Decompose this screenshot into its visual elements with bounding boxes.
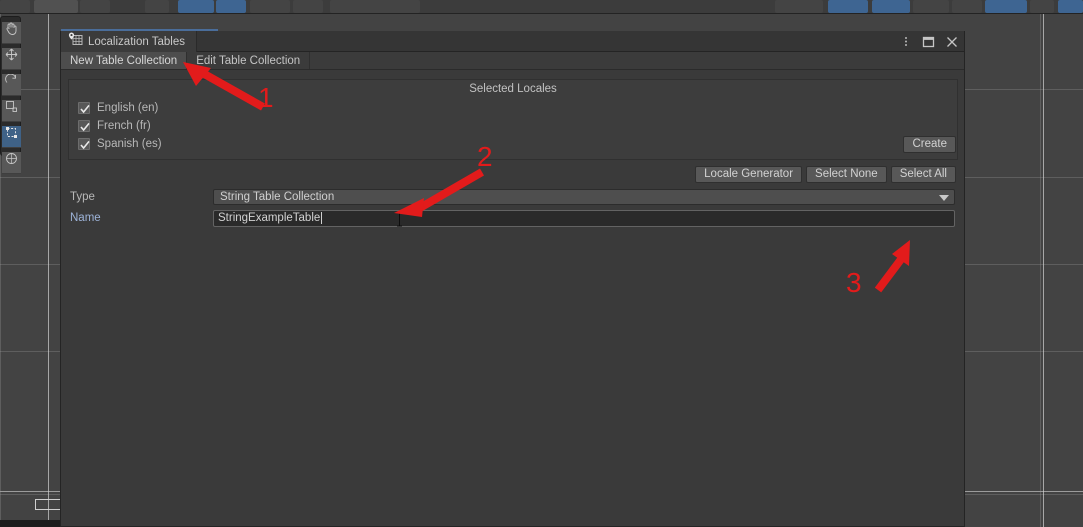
window-titlebar: Localization Tables: [61, 29, 964, 52]
toolbar-button-play[interactable]: [178, 0, 214, 13]
tool-rect-icon[interactable]: [2, 126, 21, 148]
mode-toolbar: New Table Collection Edit Table Collecti…: [61, 52, 964, 70]
locale-list: English (en) French (fr) Spanish (es): [78, 99, 162, 153]
locale-label: English (en): [97, 102, 159, 114]
locale-label: French (fr): [97, 120, 151, 132]
kebab-menu-icon[interactable]: [899, 35, 912, 48]
toolbar-button-account[interactable]: [34, 0, 78, 13]
tab-edit-table-collection[interactable]: Edit Table Collection: [187, 52, 311, 69]
selected-locales-header: Selected Locales: [469, 83, 557, 95]
create-action: Create: [903, 134, 956, 153]
toolbar-button-layers[interactable]: [80, 0, 110, 13]
locale-item-spanish[interactable]: Spanish (es): [78, 135, 162, 153]
toolbar-button-extra-5[interactable]: [1058, 0, 1083, 13]
select-all-button[interactable]: Select All: [890, 166, 956, 183]
select-none-button[interactable]: Select None: [806, 166, 887, 183]
toolbar-button-collab[interactable]: [293, 0, 323, 13]
toolbar-button-cloud[interactable]: [330, 0, 420, 13]
create-button[interactable]: Create: [903, 136, 956, 153]
chevron-down-icon: [939, 195, 949, 201]
locale-item-english[interactable]: English (en): [78, 99, 162, 117]
screen-root: Localization Tables New Table Collection…: [0, 0, 1083, 527]
toolbar-button-extra-3[interactable]: [985, 0, 1027, 13]
locale-generator-button[interactable]: Locale Generator: [695, 166, 803, 183]
locale-actions: Locale Generator Select None Select All: [695, 166, 956, 183]
tool-hand-icon[interactable]: [2, 22, 21, 44]
checkbox-checked-icon[interactable]: [78, 138, 90, 150]
window-tab-label: Localization Tables: [88, 35, 185, 48]
window-tab-localization-tables[interactable]: Localization Tables: [61, 31, 197, 52]
scene-tools-column[interactable]: [0, 16, 21, 174]
close-icon[interactable]: [945, 35, 958, 48]
scene-bottom-strip: [0, 520, 62, 527]
toolbar-button-step[interactable]: [250, 0, 290, 13]
checkbox-checked-icon[interactable]: [78, 120, 90, 132]
tool-move-icon[interactable]: [2, 48, 21, 70]
locale-label: Spanish (es): [97, 138, 162, 150]
toolbar-button-group-left[interactable]: [0, 0, 30, 13]
toolbar-button-layout-dropdown[interactable]: [872, 0, 910, 13]
name-label: Name: [70, 212, 101, 224]
localization-tables-window: Localization Tables New Table Collection…: [60, 29, 965, 527]
tool-scale-icon[interactable]: [2, 100, 21, 122]
name-input[interactable]: StringExampleTable: [213, 209, 955, 227]
toolbar-button-layers-dropdown[interactable]: [828, 0, 868, 13]
type-label: Type: [70, 191, 95, 203]
toolbar-button-search[interactable]: [775, 0, 823, 13]
toolbar-button-extra-4[interactable]: [1030, 0, 1054, 13]
type-dropdown[interactable]: String Table Collection: [213, 189, 955, 205]
text-cursor: [321, 212, 323, 224]
toolbar-button-pause[interactable]: [216, 0, 246, 13]
window-body: Selected Locales English (en) French (fr…: [61, 70, 964, 526]
ibeam-cursor-icon: [396, 212, 403, 227]
window-controls: [899, 31, 958, 52]
scene-object-outline: [35, 499, 62, 510]
toolbar-button-extra-1[interactable]: [913, 0, 949, 13]
maximize-icon[interactable]: [922, 35, 935, 48]
unity-main-toolbar: [0, 0, 1083, 14]
tool-transform-icon[interactable]: [2, 152, 21, 174]
locale-item-french[interactable]: French (fr): [78, 117, 162, 135]
type-field-row: Type String Table Collection: [61, 188, 964, 206]
name-input-value: StringExampleTable: [218, 212, 321, 224]
toolbar-button-extra-2[interactable]: [952, 0, 982, 13]
checkbox-checked-icon[interactable]: [78, 102, 90, 114]
localization-table-icon: [68, 32, 83, 51]
tab-new-table-collection[interactable]: New Table Collection: [61, 52, 188, 69]
selected-locales-panel: Selected Locales English (en) French (fr…: [68, 79, 958, 160]
toolbar-button-pivot[interactable]: [145, 0, 169, 13]
type-dropdown-value: String Table Collection: [220, 191, 335, 203]
name-field-row: Name StringExampleTable: [61, 209, 964, 227]
tool-rotate-icon[interactable]: [2, 74, 21, 96]
